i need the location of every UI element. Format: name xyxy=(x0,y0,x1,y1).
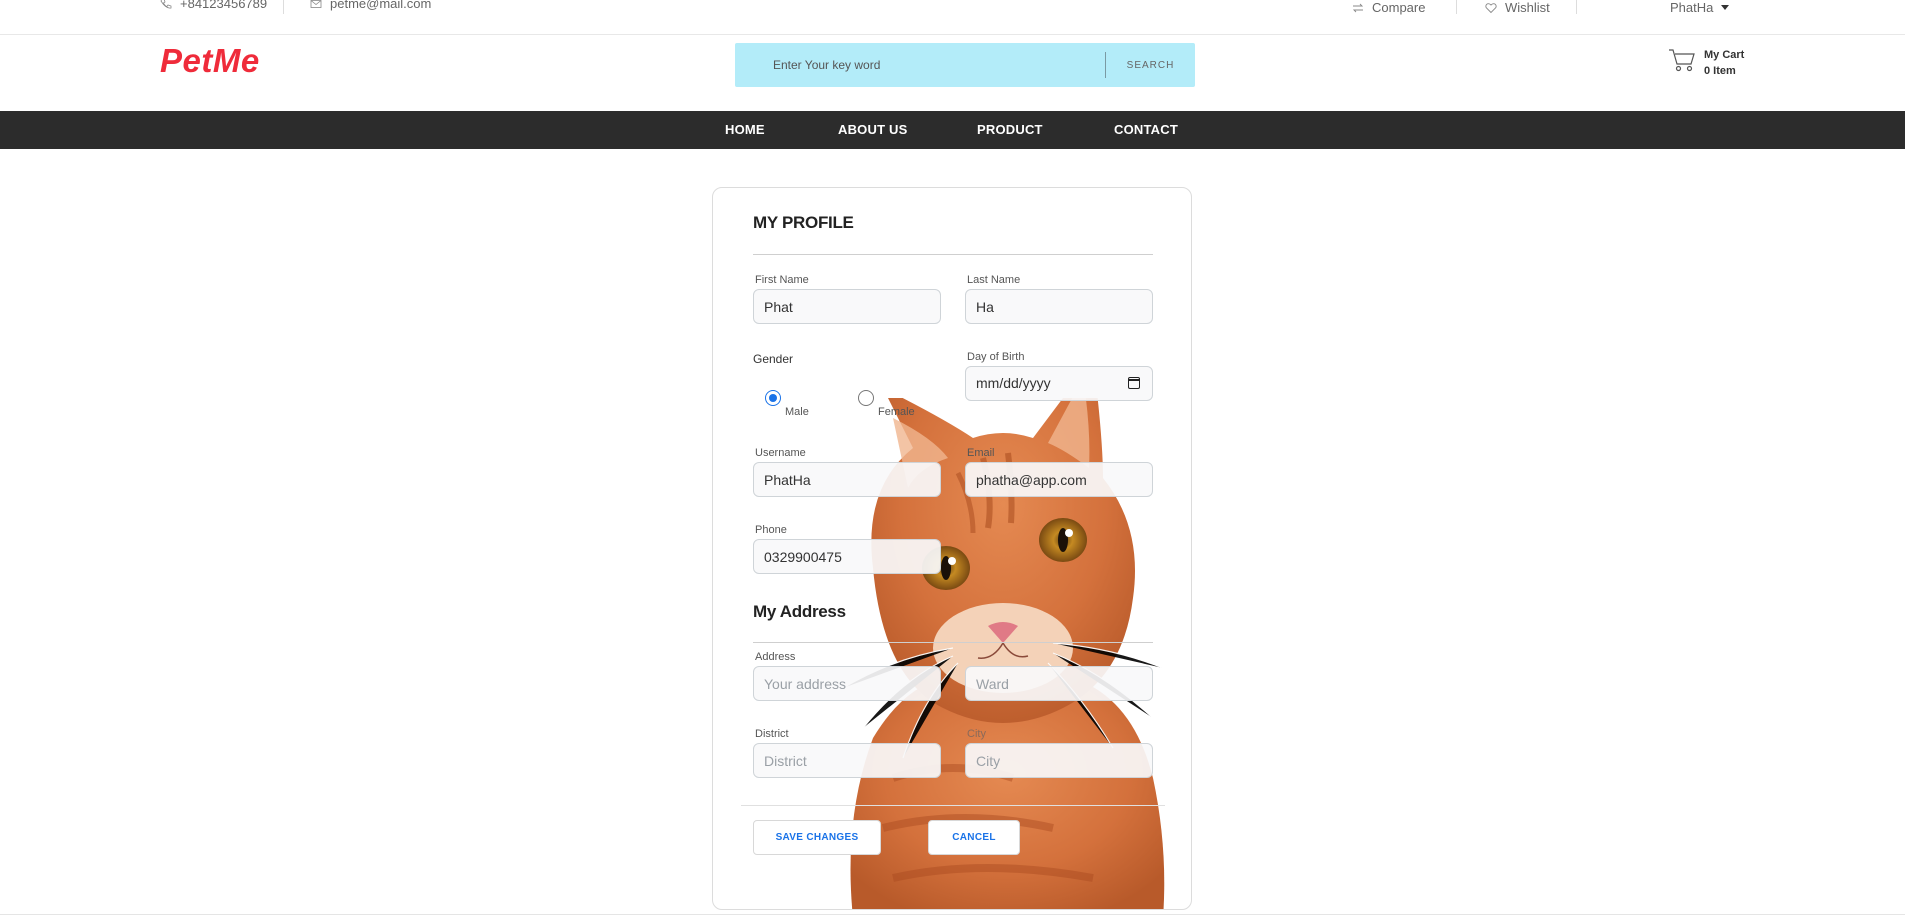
city-label: City xyxy=(967,728,986,740)
caret-down-icon xyxy=(1721,4,1730,10)
compare-label: Compare xyxy=(1372,0,1426,15)
address-title: My Address xyxy=(753,602,846,621)
wishlist-label: Wishlist xyxy=(1505,0,1550,15)
gender-label: Gender xyxy=(753,352,794,366)
heart-icon xyxy=(1485,2,1497,13)
mail-icon xyxy=(310,0,322,8)
search-bar: SEARCH xyxy=(735,43,1195,87)
divider xyxy=(1456,0,1457,14)
first-name-label: First Name xyxy=(755,274,809,286)
district-label: District xyxy=(755,728,789,740)
address-label: Address xyxy=(755,651,796,663)
email-text: petme@mail.com xyxy=(330,0,432,11)
user-menu[interactable]: PhatHa xyxy=(1670,0,1730,15)
footer-edge xyxy=(0,914,1905,919)
phone-icon xyxy=(160,0,172,9)
dob-field[interactable]: mm/dd/yyyy xyxy=(965,366,1153,401)
wishlist-link[interactable]: Wishlist xyxy=(1485,0,1550,15)
email-label: Email xyxy=(967,447,995,459)
last-name-field[interactable] xyxy=(965,289,1153,324)
username-label: Username xyxy=(755,447,806,459)
calendar-icon[interactable] xyxy=(1127,377,1140,389)
search-input[interactable] xyxy=(755,43,1105,87)
address-field[interactable] xyxy=(753,666,941,701)
email-contact: petme@mail.com xyxy=(310,0,431,11)
nav-item-home[interactable]: HOME xyxy=(725,111,765,149)
profile-title: MY PROFILE xyxy=(753,213,854,232)
city-field[interactable] xyxy=(965,743,1153,778)
cart-icon xyxy=(1669,49,1695,72)
profile-card: MY PROFILE First Name Last Name Gender M… xyxy=(712,187,1192,910)
gender-female-radio[interactable] xyxy=(858,390,874,406)
save-changes-button[interactable]: SAVE CHANGES xyxy=(753,820,881,855)
nav-item-contact[interactable]: CONTACT xyxy=(1114,111,1178,149)
dob-placeholder: mm/dd/yyyy xyxy=(976,375,1051,391)
gender-female-label: Female xyxy=(878,406,915,418)
top-bar: +84123456789 petme@mail.com Compare Wish… xyxy=(0,0,1905,35)
email-field[interactable] xyxy=(965,462,1153,497)
divider xyxy=(283,0,284,14)
first-name-field[interactable] xyxy=(753,289,941,324)
main-nav: HOME ABOUT US PRODUCT CONTACT xyxy=(0,111,1905,149)
address-divider xyxy=(753,642,1153,643)
last-name-label: Last Name xyxy=(967,274,1021,286)
district-field[interactable] xyxy=(753,743,941,778)
site-logo[interactable]: PetMe xyxy=(160,42,260,80)
ward-field[interactable] xyxy=(965,666,1153,701)
cancel-button[interactable]: CANCEL xyxy=(928,820,1020,855)
compare-link[interactable]: Compare xyxy=(1352,0,1425,15)
cart-widget[interactable]: My Cart 0 Item xyxy=(1668,47,1744,79)
phone-text: +84123456789 xyxy=(180,0,268,11)
user-name: PhatHa xyxy=(1670,0,1714,15)
nav-item-about[interactable]: ABOUT US xyxy=(838,111,908,149)
cart-count: 0 Item xyxy=(1704,65,1736,77)
title-divider xyxy=(753,254,1153,255)
actions-divider xyxy=(741,805,1165,806)
phone-contact: +84123456789 xyxy=(160,0,267,11)
phone-field[interactable] xyxy=(753,539,941,574)
gender-male-radio[interactable] xyxy=(765,390,781,406)
phone-label: Phone xyxy=(755,524,787,536)
gender-male-label: Male xyxy=(785,406,809,418)
nav-item-product[interactable]: PRODUCT xyxy=(977,111,1043,149)
cart-text: My Cart 0 Item xyxy=(1704,47,1744,79)
divider xyxy=(1576,0,1577,14)
username-field[interactable] xyxy=(753,462,941,497)
cart-title: My Cart xyxy=(1704,49,1745,61)
search-button[interactable]: SEARCH xyxy=(1106,43,1195,87)
compare-icon xyxy=(1352,3,1364,12)
dob-label: Day of Birth xyxy=(967,351,1025,363)
